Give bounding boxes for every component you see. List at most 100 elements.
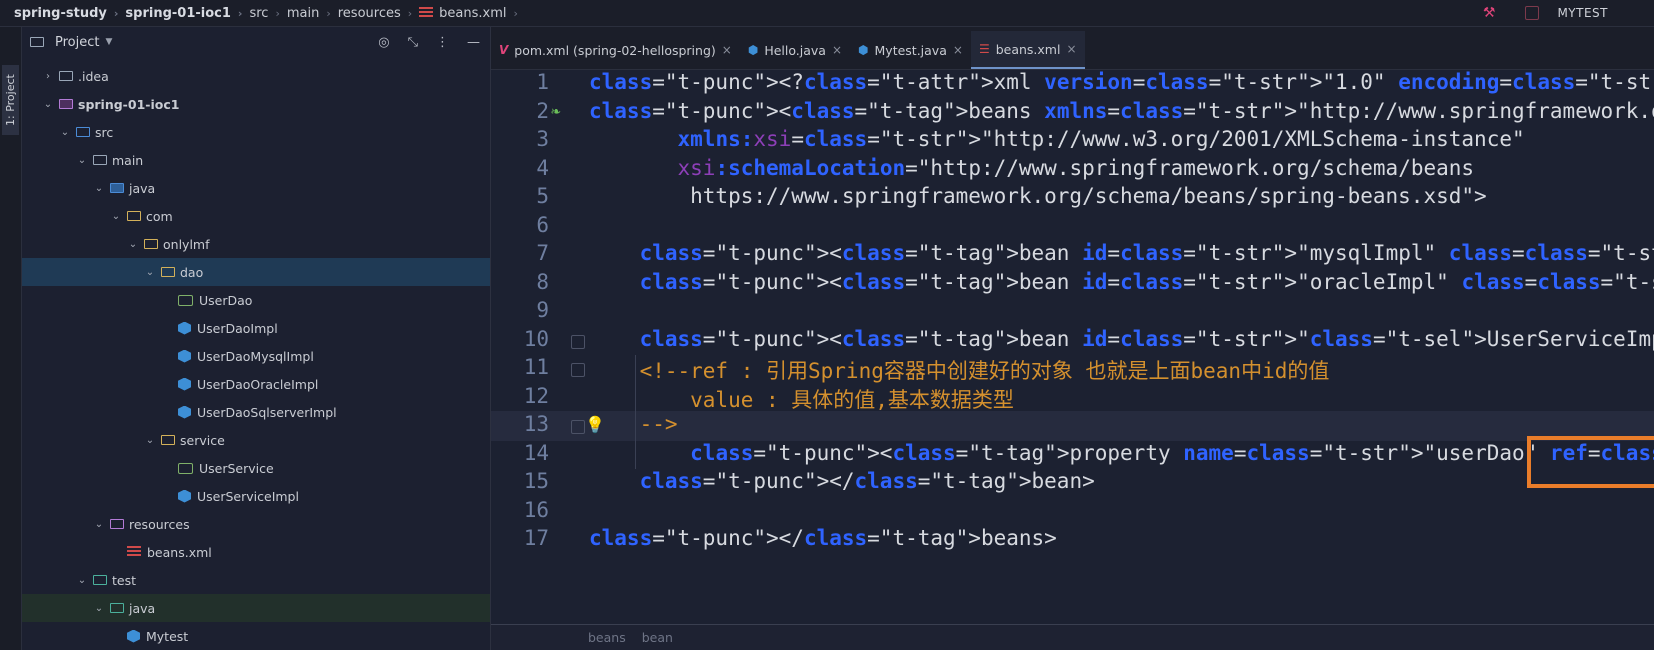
close-icon[interactable]: ×: [953, 43, 963, 57]
chevron-down-icon[interactable]: ⌄: [75, 575, 89, 586]
tree-node[interactable]: beans.xml: [22, 538, 490, 566]
tree-node[interactable]: ⌄ src: [22, 118, 490, 146]
tree-node[interactable]: UserDaoOracleImpl: [22, 370, 490, 398]
test-root-folder-icon: [110, 603, 124, 613]
chevron-right-icon: ›: [513, 6, 518, 20]
tab-pom-xml[interactable]: 𝙑pom.xml (spring-02-hellospring) ×: [491, 31, 740, 69]
tree-node-label: UserServiceImpl: [197, 488, 299, 504]
breadcrumb-item[interactable]: beans.xml ›: [419, 6, 525, 21]
project-panel-title[interactable]: Project: [55, 35, 99, 50]
code-editor[interactable]: 1 class="t-punc"><?class="t-attr">xml ver…: [491, 70, 1654, 630]
tree-node[interactable]: UserService: [22, 454, 490, 482]
tree-node[interactable]: ⌄ java: [22, 594, 490, 622]
build-hammer-icon[interactable]: ⚒: [1483, 5, 1496, 21]
code-line[interactable]: value : 具体的值,基本数据类型: [589, 384, 1014, 414]
tree-node[interactable]: ⌄ com: [22, 202, 490, 230]
tree-node-label: service: [180, 432, 225, 448]
hide-panel-icon[interactable]: —: [467, 35, 480, 50]
line-number: 3: [536, 127, 549, 151]
breadcrumb-item[interactable]: resources ›: [338, 6, 419, 21]
tree-node[interactable]: ⌄ main: [22, 146, 490, 174]
tree-node[interactable]: ⌄ test: [22, 566, 490, 594]
tree-node-label: spring-01-ioc1: [78, 96, 180, 112]
breadcrumb-item[interactable]: main ›: [287, 6, 338, 21]
chevron-down-icon[interactable]: ⌄: [92, 183, 106, 194]
breadcrumb-item[interactable]: src ›: [249, 6, 286, 21]
project-tool-window-button[interactable]: 1: Project: [2, 65, 19, 135]
tab-Hello-java[interactable]: ⬢ Hello.java ×: [740, 31, 850, 69]
test-folder-icon: [93, 575, 107, 585]
tree-node-label: dao: [180, 264, 204, 280]
tree-node[interactable]: ⌄ spring-01-ioc1: [22, 90, 490, 118]
collapse-all-icon[interactable]: ⤡: [408, 35, 418, 50]
module-folder-icon: [59, 99, 73, 109]
tab-Mytest-java[interactable]: ⬢ Mytest.java ×: [850, 31, 971, 69]
close-icon[interactable]: ×: [722, 43, 732, 57]
chevron-down-icon[interactable]: ⌄: [75, 155, 89, 166]
tab-beans-xml[interactable]: ☰ beans.xml ×: [970, 31, 1085, 69]
tool-window-strip: 1: Project: [0, 27, 22, 650]
breadcrumb-item[interactable]: spring-study ›: [14, 6, 125, 21]
code-line[interactable]: class="t-punc"></class="t-tag">beans>: [589, 526, 1057, 550]
code-line[interactable]: class="t-punc"></class="t-tag">bean>: [589, 469, 1095, 493]
tree-node-label: UserDao: [199, 292, 253, 308]
structure-breadcrumb-item[interactable]: beans: [588, 630, 626, 645]
close-icon[interactable]: ×: [1066, 42, 1076, 56]
chevron-down-icon[interactable]: ⌄: [92, 603, 106, 614]
chevron-down-icon[interactable]: ⌄: [58, 127, 72, 138]
breadcrumb-label: spring-study: [14, 5, 107, 21]
options-menu-icon[interactable]: ⋮: [436, 35, 449, 50]
package-icon: [144, 239, 158, 249]
tree-node[interactable]: UserDao: [22, 286, 490, 314]
tree-node[interactable]: ⌄ onlylmf: [22, 230, 490, 258]
tree-node[interactable]: ⌄ resources: [22, 510, 490, 538]
class-icon: [127, 629, 140, 643]
chevron-right-icon[interactable]: ›: [41, 71, 55, 82]
tree-node-label: java: [129, 600, 156, 616]
lightbulb-icon[interactable]: 💡: [585, 415, 605, 434]
fold-marker-icon[interactable]: [571, 334, 585, 349]
run-configuration-selector[interactable]: MYTEST: [1515, 1, 1618, 25]
class-icon: [178, 405, 191, 419]
code-line[interactable]: class="t-punc"><class="t-tag">bean id=cl…: [589, 270, 1654, 294]
code-line[interactable]: https://www.springframework.org/schema/b…: [589, 184, 1487, 208]
locate-file-icon[interactable]: ◎: [378, 35, 389, 50]
tree-node[interactable]: UserDaoMysqlImpl: [22, 342, 490, 370]
tree-node[interactable]: UserDaoSqlserverImpl: [22, 398, 490, 426]
project-panel-header: Project ▼ ◎ ⤡ ⋮ —: [22, 27, 490, 57]
code-line[interactable]: <!--ref : 引用Spring容器中创建好的对象 也就是上面bean中id…: [589, 355, 1330, 385]
code-line[interactable]: class="t-punc"><class="t-tag">beans xmln…: [589, 99, 1654, 123]
line-number: 16: [523, 497, 549, 522]
tree-node[interactable]: ⌄ java: [22, 174, 490, 202]
tree-node-label: beans.xml: [147, 544, 212, 560]
code-line[interactable]: class="t-punc"><class="t-tag">bean id=cl…: [589, 327, 1654, 351]
code-line[interactable]: xmlns:xsi=class="t-str">"http://www.w3.o…: [589, 127, 1525, 151]
fold-marker-icon[interactable]: [571, 420, 585, 434]
chevron-down-icon[interactable]: ⌄: [109, 211, 123, 222]
code-line[interactable]: class="t-punc"><class="t-tag">property n…: [589, 441, 1654, 465]
tree-node[interactable]: UserServiceImpl: [22, 482, 490, 510]
xml-icon: ☰: [978, 42, 990, 56]
breadcrumb-item[interactable]: spring-01-ioc1 ›: [125, 6, 249, 21]
spring-bean-icon[interactable]: ❧: [551, 101, 561, 120]
code-line[interactable]: class="t-punc"><class="t-tag">bean id=cl…: [589, 241, 1654, 265]
chevron-down-icon[interactable]: ⌄: [92, 519, 106, 530]
run-config-label: MYTEST: [1557, 6, 1608, 20]
close-icon[interactable]: ×: [832, 43, 842, 57]
xml-file-icon: [127, 546, 141, 558]
chevron-down-icon[interactable]: ⌄: [41, 99, 55, 110]
chevron-down-icon[interactable]: ▼: [105, 37, 112, 47]
chevron-down-icon[interactable]: ⌄: [126, 239, 140, 250]
tree-node[interactable]: ⌄ service: [22, 426, 490, 454]
structure-breadcrumb-item[interactable]: bean: [642, 630, 673, 645]
tree-node[interactable]: ⌄ dao: [22, 258, 490, 286]
chevron-down-icon[interactable]: ⌄: [143, 267, 157, 278]
tree-node[interactable]: › .idea: [22, 62, 490, 90]
code-line[interactable]: xsi:schemaLocation="http://www.springfra…: [589, 156, 1475, 180]
tree-node[interactable]: UserDaoImpl: [22, 314, 490, 342]
tree-node[interactable]: Mytest: [22, 622, 490, 650]
tree-node-label: UserDaoOracleImpl: [197, 376, 319, 392]
code-line[interactable]: class="t-punc"><?class="t-attr">xml vers…: [589, 70, 1654, 94]
chevron-down-icon[interactable]: ⌄: [143, 435, 157, 446]
fold-marker-icon[interactable]: [571, 363, 585, 377]
